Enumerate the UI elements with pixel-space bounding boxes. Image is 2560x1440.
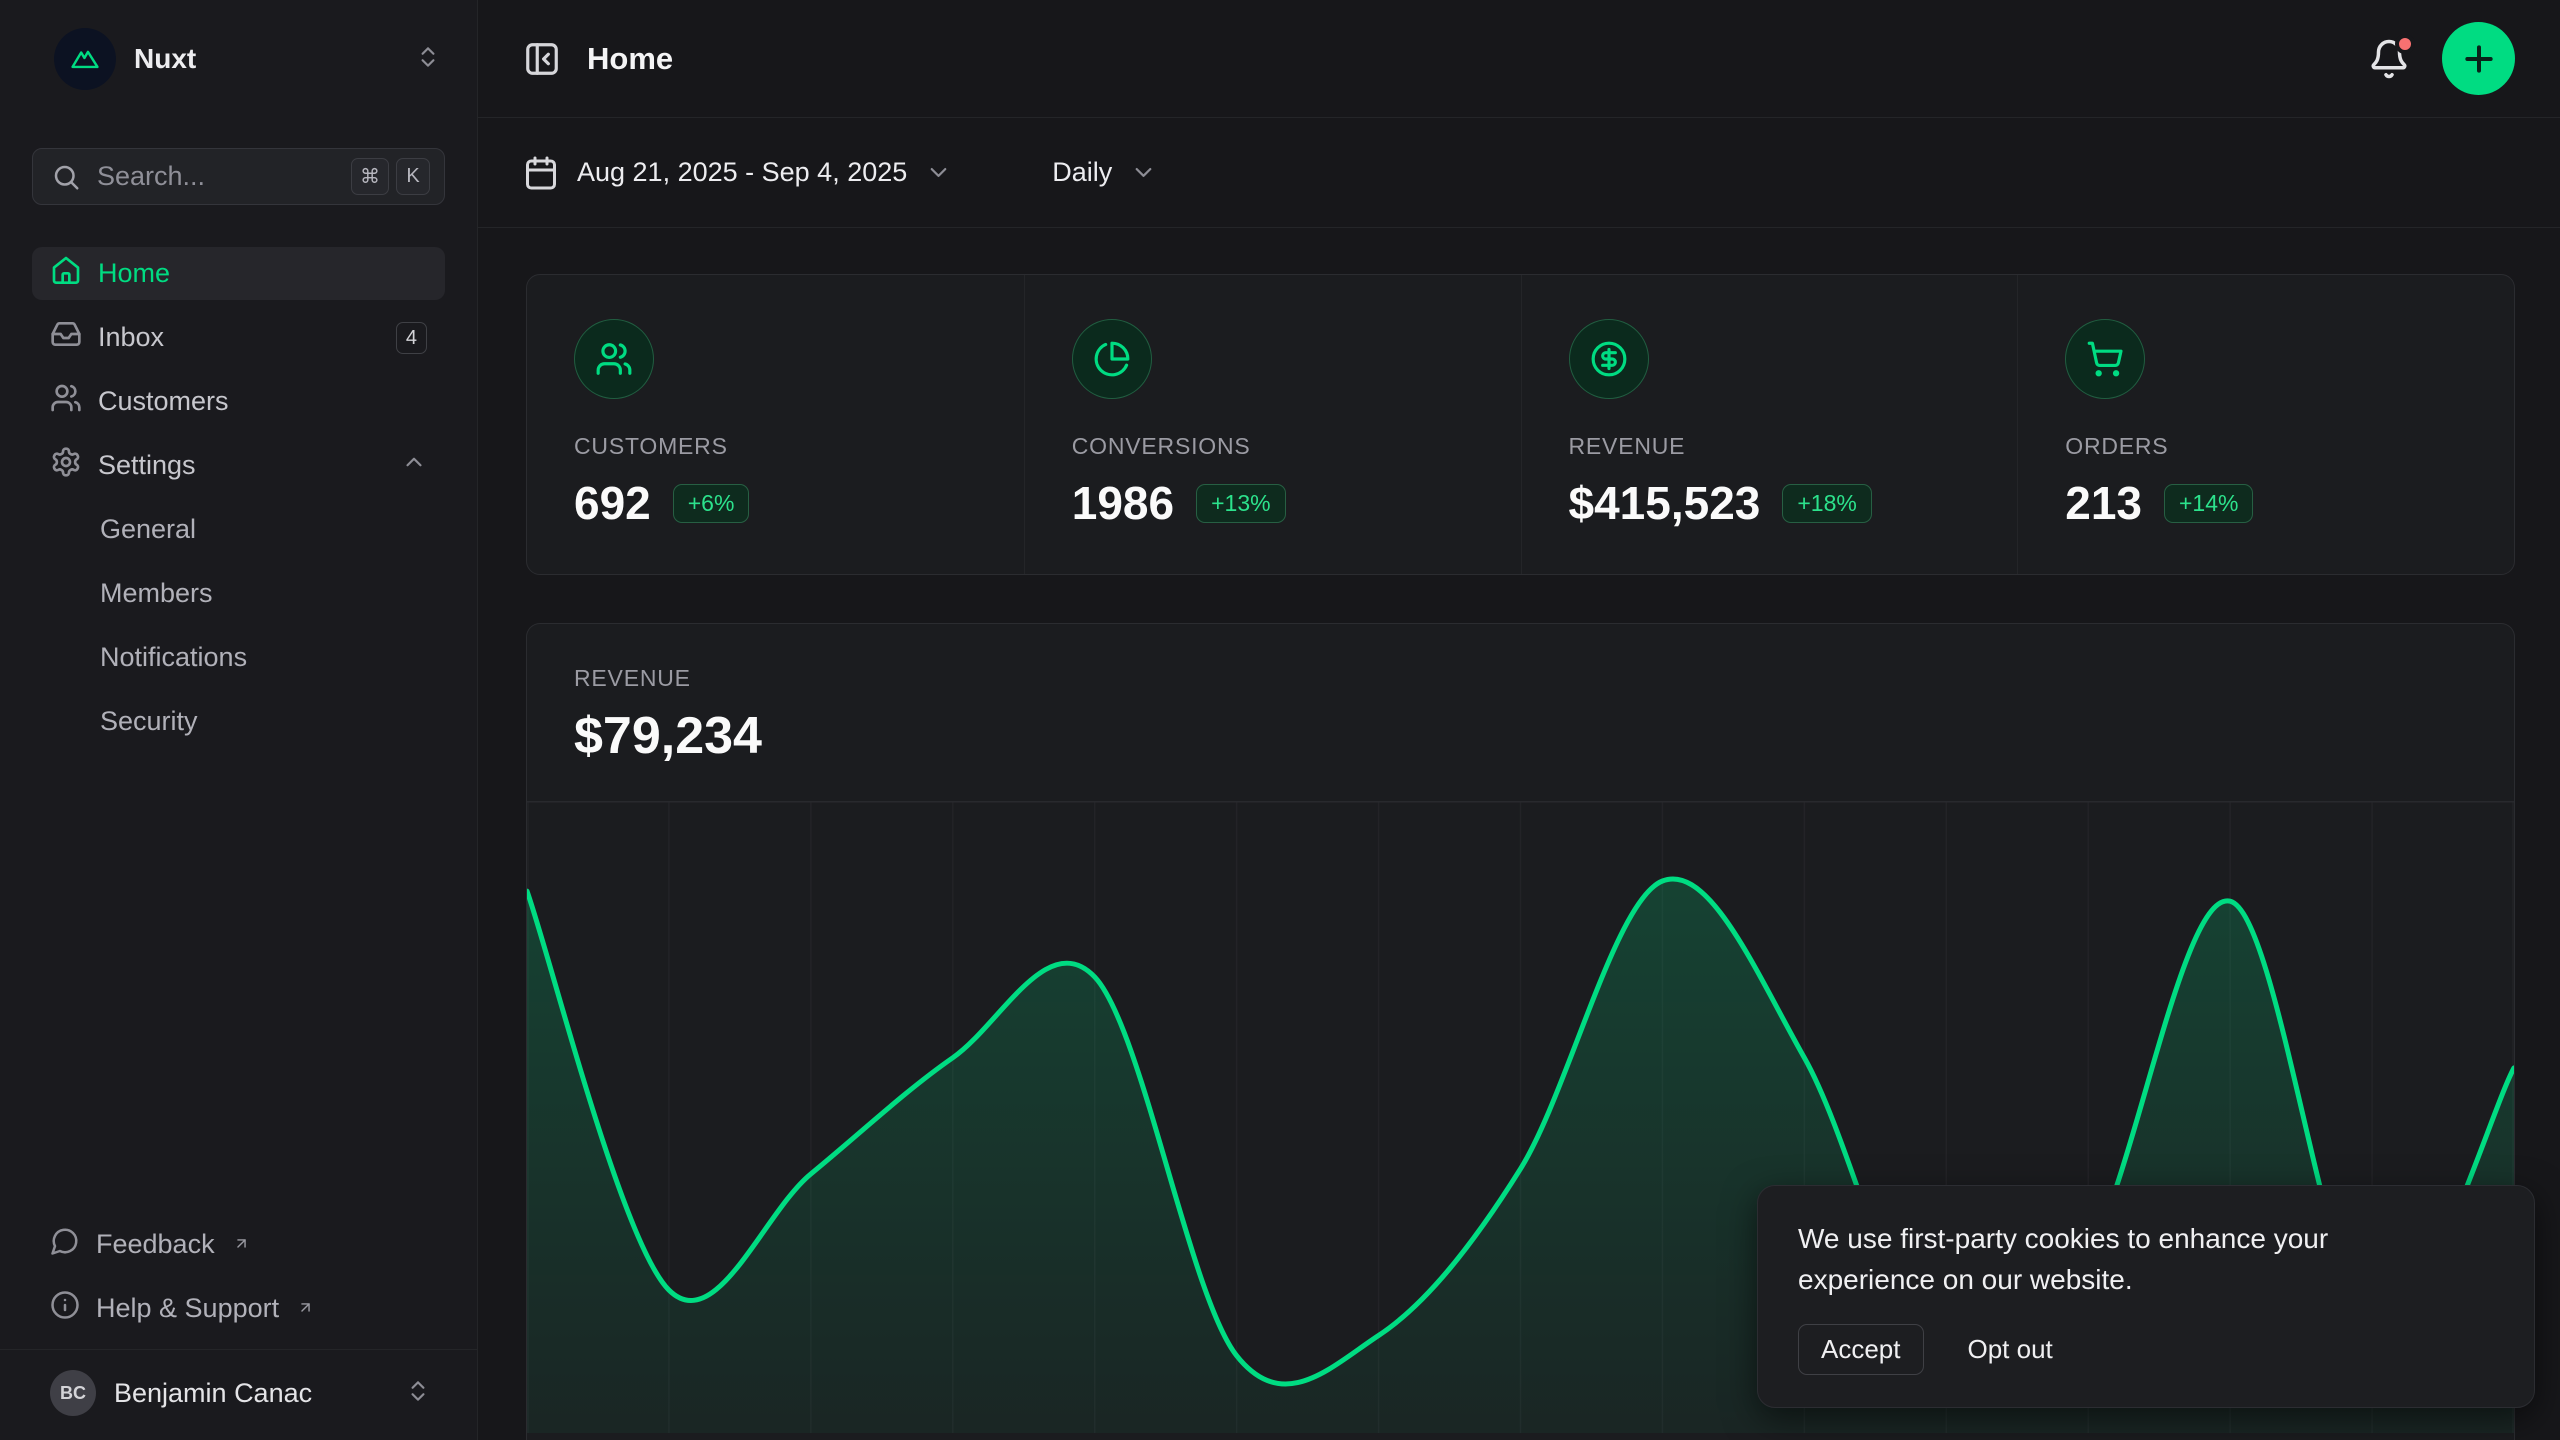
help-support-label: Help & Support [96, 1293, 279, 1324]
help-support-link[interactable]: Help & Support [32, 1282, 445, 1335]
stat-label: ORDERS [2065, 433, 2514, 460]
cookie-actions: Accept Opt out [1798, 1324, 2494, 1375]
stat-value: 692 [574, 476, 651, 530]
subitem-label: Notifications [100, 642, 247, 673]
revenue-label: REVENUE [574, 664, 2467, 692]
sidebar-item-label: Inbox [98, 322, 164, 353]
stat-value: 1986 [1072, 476, 1174, 530]
stat-value: 213 [2065, 476, 2142, 530]
stat-delta-badge: +18% [1782, 484, 1871, 523]
nuxt-logo-icon [54, 28, 116, 90]
inbox-icon [50, 318, 82, 357]
opt-out-button[interactable]: Opt out [1968, 1334, 2053, 1365]
subitem-label: Members [100, 578, 213, 609]
sidebar-nav: Home Inbox 4 Customers Settings [32, 247, 445, 748]
add-button[interactable] [2442, 22, 2515, 95]
subitem-label: Security [100, 706, 198, 737]
sidebar-item-label: Home [98, 258, 170, 289]
revenue-value: $79,234 [574, 706, 2467, 766]
sidebar-subitem-security[interactable]: Security [32, 695, 445, 748]
stat-label: REVENUE [1569, 433, 2018, 460]
stat-card-revenue[interactable]: REVENUE $415,523 +18% [1521, 275, 2018, 574]
kbd-k: K [396, 158, 430, 195]
panel-left-close-icon[interactable] [523, 40, 561, 78]
stat-card-conversions[interactable]: CONVERSIONS 1986 +13% [1024, 275, 1521, 574]
calendar-icon [523, 155, 559, 191]
period-select[interactable]: Daily [1052, 157, 1157, 188]
date-range-value: Aug 21, 2025 - Sep 4, 2025 [577, 157, 907, 188]
stat-delta-badge: +6% [673, 484, 750, 523]
page-title: Home [587, 41, 2368, 77]
sidebar-item-settings[interactable]: Settings [32, 439, 445, 492]
stat-label: CONVERSIONS [1072, 433, 1521, 460]
inbox-count-badge: 4 [396, 322, 427, 354]
search-icon [51, 162, 81, 192]
chevrons-up-down-icon [405, 1378, 431, 1409]
user-menu[interactable]: BC Benjamin Canac [32, 1350, 445, 1440]
arrow-up-right-icon [297, 1292, 314, 1323]
period-value: Daily [1052, 157, 1112, 188]
sidebar-subitem-general[interactable]: General [32, 503, 445, 556]
pie-chart-icon [1072, 319, 1152, 399]
user-name: Benjamin Canac [114, 1378, 387, 1409]
stats-row: CUSTOMERS 692 +6% CONVERSIONS 1986 +13% [526, 274, 2515, 575]
chevron-up-icon [401, 449, 427, 482]
accept-button[interactable]: Accept [1798, 1324, 1924, 1375]
revenue-panel-header: REVENUE $79,234 [527, 624, 2514, 766]
chat-bubble-icon [50, 1226, 80, 1263]
stat-delta-badge: +14% [2164, 484, 2253, 523]
workspace-selector[interactable]: Nuxt [32, 0, 445, 118]
circle-dollar-icon [1569, 319, 1649, 399]
notifications-button[interactable] [2368, 38, 2410, 80]
search-kbd-shortcut: ⌘ K [351, 158, 430, 195]
cookie-banner: We use first-party cookies to enhance yo… [1757, 1185, 2535, 1408]
plus-icon [2459, 39, 2499, 79]
arrow-up-right-icon [233, 1228, 250, 1259]
sidebar-subitem-members[interactable]: Members [32, 567, 445, 620]
chevron-down-icon [1130, 159, 1157, 186]
sidebar-item-label: Settings [98, 450, 196, 481]
stat-card-orders[interactable]: ORDERS 213 +14% [2017, 275, 2514, 574]
stat-value: $415,523 [1569, 476, 1761, 530]
sidebar-item-label: Customers [98, 386, 229, 417]
chevrons-up-down-icon [415, 44, 441, 75]
date-range-picker[interactable]: Aug 21, 2025 - Sep 4, 2025 [523, 155, 952, 191]
feedback-link[interactable]: Feedback [32, 1218, 445, 1271]
gear-icon [50, 446, 82, 485]
search-placeholder: Search... [97, 161, 335, 192]
info-circle-icon [50, 1290, 80, 1327]
users-icon [50, 382, 82, 421]
notification-dot [2395, 34, 2415, 54]
sidebar-item-customers[interactable]: Customers [32, 375, 445, 428]
sidebar-subitem-notifications[interactable]: Notifications [32, 631, 445, 684]
kbd-cmd: ⌘ [351, 158, 389, 195]
search-input[interactable]: Search... ⌘ K [32, 148, 445, 205]
avatar: BC [50, 1370, 96, 1416]
shopping-cart-icon [2065, 319, 2145, 399]
feedback-label: Feedback [96, 1229, 215, 1260]
stat-label: CUSTOMERS [574, 433, 1024, 460]
cookie-message: We use first-party cookies to enhance yo… [1798, 1218, 2388, 1300]
sidebar-footer: Feedback Help & Support BC Benjamin Cana… [32, 1218, 445, 1440]
sidebar-item-home[interactable]: Home [32, 247, 445, 300]
workspace-name: Nuxt [134, 43, 397, 75]
chevron-down-icon [925, 159, 952, 186]
filters-toolbar: Aug 21, 2025 - Sep 4, 2025 Daily [478, 118, 2560, 228]
users-icon [574, 319, 654, 399]
sidebar-item-inbox[interactable]: Inbox 4 [32, 311, 445, 364]
sidebar: Nuxt Search... ⌘ K Home [0, 0, 478, 1440]
house-icon [50, 254, 82, 293]
stat-card-customers[interactable]: CUSTOMERS 692 +6% [527, 275, 1024, 574]
subitem-label: General [100, 514, 196, 545]
stat-delta-badge: +13% [1196, 484, 1285, 523]
page-header: Home [478, 0, 2560, 118]
